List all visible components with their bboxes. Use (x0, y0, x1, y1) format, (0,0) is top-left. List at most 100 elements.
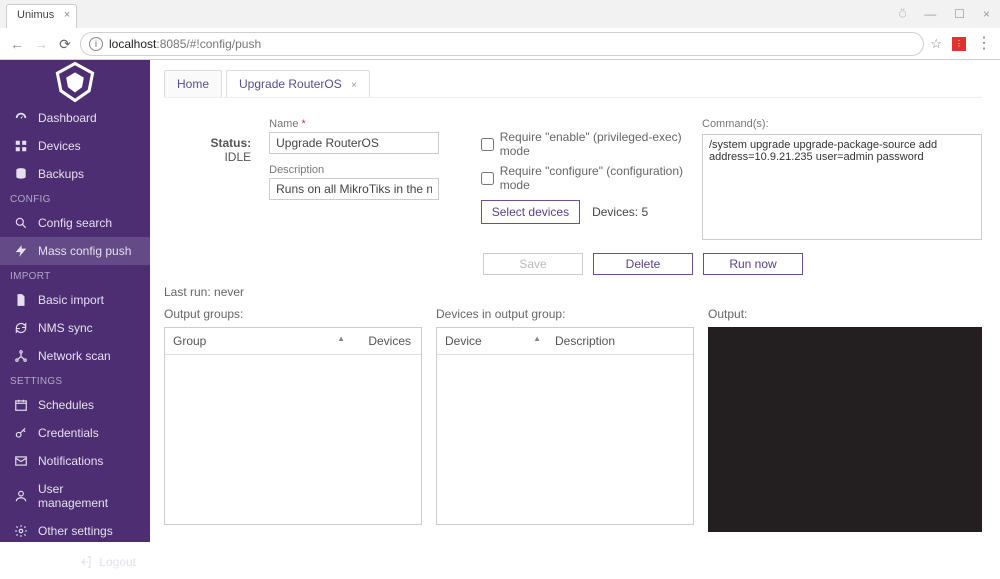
checkbox[interactable] (481, 138, 494, 151)
sidebar-item-label: Schedules (38, 398, 94, 412)
sidebar-item-network-scan[interactable]: Network scan (0, 342, 150, 370)
window-controls: ⍥ — ☐ × (899, 0, 1000, 28)
tab-label: Upgrade RouterOS (239, 77, 342, 91)
search-icon (14, 216, 28, 230)
description-label: Description (269, 164, 463, 176)
url-path: :8085/#!config/push (156, 37, 261, 51)
require-configure-checkbox[interactable]: Require "configure" (configuration) mode (481, 164, 684, 192)
reload-icon[interactable]: ⟳ (56, 36, 74, 53)
column-description[interactable]: Description (547, 328, 693, 354)
sidebar-item-label: Other settings (38, 524, 113, 538)
browser-address-bar: ← → ⟳ i localhost :8085/#!config/push ☆ … (0, 28, 1000, 60)
sidebar: Dashboard Devices Backups CONFIG Config … (0, 60, 150, 542)
star-icon[interactable]: ☆ (930, 36, 942, 52)
tab-upgrade-routeros[interactable]: Upgrade RouterOS × (226, 70, 370, 97)
column-devices[interactable]: Devices (351, 328, 421, 354)
output-console (708, 327, 982, 532)
sidebar-item-schedules[interactable]: Schedules (0, 391, 150, 419)
extension-icon[interactable]: ⋮ (952, 37, 966, 51)
mail-icon (14, 454, 28, 468)
status-value: IDLE (164, 150, 251, 164)
logout[interactable]: Logout (0, 545, 150, 579)
sidebar-item-label: Credentials (38, 426, 99, 440)
network-icon (14, 349, 28, 363)
sort-icon: ▲ (533, 334, 541, 343)
sort-icon: ▲ (337, 334, 345, 343)
column-device[interactable]: Device▲ (437, 328, 547, 354)
sidebar-item-devices[interactable]: Devices (0, 132, 150, 160)
sidebar-item-label: Notifications (38, 454, 103, 468)
sidebar-item-backups[interactable]: Backups (0, 160, 150, 188)
output-groups-table: Group▲ Devices (164, 327, 422, 525)
url-host: localhost (109, 37, 156, 51)
status-block: Status: IDLE (164, 118, 251, 243)
logo (0, 60, 150, 104)
sidebar-item-dashboard[interactable]: Dashboard (0, 104, 150, 132)
devices-in-group-label: Devices in output group: (436, 307, 694, 321)
sidebar-item-label: Backups (38, 167, 84, 181)
close-icon[interactable]: × (64, 9, 70, 21)
grid-icon (14, 139, 28, 153)
content: Home Upgrade RouterOS × Status: IDLE Nam… (150, 60, 1000, 542)
sidebar-heading-import: IMPORT (0, 265, 150, 286)
gear-icon (14, 524, 28, 538)
sidebar-item-credentials[interactable]: Credentials (0, 419, 150, 447)
browser-tab[interactable]: Unimus × (6, 4, 77, 28)
sidebar-item-label: Dashboard (38, 111, 97, 125)
back-icon[interactable]: ← (8, 36, 26, 52)
sidebar-item-other-settings[interactable]: Other settings (0, 517, 150, 545)
logout-icon (79, 555, 93, 569)
close-window-icon[interactable]: × (983, 7, 990, 21)
sidebar-heading-config: CONFIG (0, 188, 150, 209)
column-group[interactable]: Group▲ (165, 328, 351, 354)
sidebar-item-label: NMS sync (38, 321, 93, 335)
browser-chrome: Unimus × ⍥ — ☐ × ← → ⟳ i localhost :8085… (0, 0, 1000, 60)
browser-tab-title: Unimus (17, 9, 54, 21)
checkbox[interactable] (481, 172, 494, 185)
sync-icon (14, 321, 28, 335)
status-label: Status: (164, 136, 251, 150)
sidebar-item-mass-config-push[interactable]: Mass config push (0, 237, 150, 265)
commands-label: Command(s): (702, 118, 982, 130)
key-icon (14, 426, 28, 440)
devices-in-group-table: Device▲ Description (436, 327, 694, 525)
tab-home[interactable]: Home (164, 70, 222, 97)
sidebar-item-label: User management (38, 482, 136, 510)
bolt-icon (14, 244, 28, 258)
close-icon[interactable]: × (351, 80, 357, 91)
gauge-icon (14, 111, 28, 125)
file-icon (14, 293, 28, 307)
save-button: Save (483, 253, 583, 275)
tab-label: Home (177, 77, 209, 91)
name-input[interactable] (269, 132, 439, 154)
sidebar-item-notifications[interactable]: Notifications (0, 447, 150, 475)
sidebar-item-basic-import[interactable]: Basic import (0, 286, 150, 314)
require-enable-checkbox[interactable]: Require "enable" (privileged-exec) mode (481, 130, 684, 158)
sidebar-item-label: Network scan (38, 349, 111, 363)
url-input[interactable]: i localhost :8085/#!config/push (80, 32, 924, 56)
description-input[interactable] (269, 178, 439, 200)
menu-icon[interactable]: ⋮ (976, 39, 992, 49)
sidebar-item-nms-sync[interactable]: NMS sync (0, 314, 150, 342)
sidebar-heading-settings: SETTINGS (0, 370, 150, 391)
last-run: Last run: never (164, 285, 982, 299)
sidebar-item-label: Mass config push (38, 244, 131, 258)
forward-icon: → (32, 36, 50, 52)
site-info-icon[interactable]: i (89, 37, 103, 51)
checkbox-label: Require "configure" (configuration) mode (500, 164, 684, 192)
user-icon (14, 489, 28, 503)
sidebar-item-user-management[interactable]: User management (0, 475, 150, 517)
commands-textarea[interactable] (702, 134, 982, 240)
sidebar-item-label: Config search (38, 216, 112, 230)
minimize-icon[interactable]: — (924, 7, 936, 21)
output-label: Output: (708, 307, 982, 321)
sidebar-item-config-search[interactable]: Config search (0, 209, 150, 237)
maximize-icon[interactable]: ☐ (954, 7, 965, 21)
name-label: Name * (269, 118, 463, 130)
user-icon[interactable]: ⍥ (899, 7, 906, 22)
run-now-button[interactable]: Run now (703, 253, 803, 275)
delete-button[interactable]: Delete (593, 253, 693, 275)
select-devices-button[interactable]: Select devices (481, 200, 580, 224)
browser-tabbar: Unimus × ⍥ — ☐ × (0, 0, 1000, 28)
logout-label: Logout (99, 555, 136, 569)
